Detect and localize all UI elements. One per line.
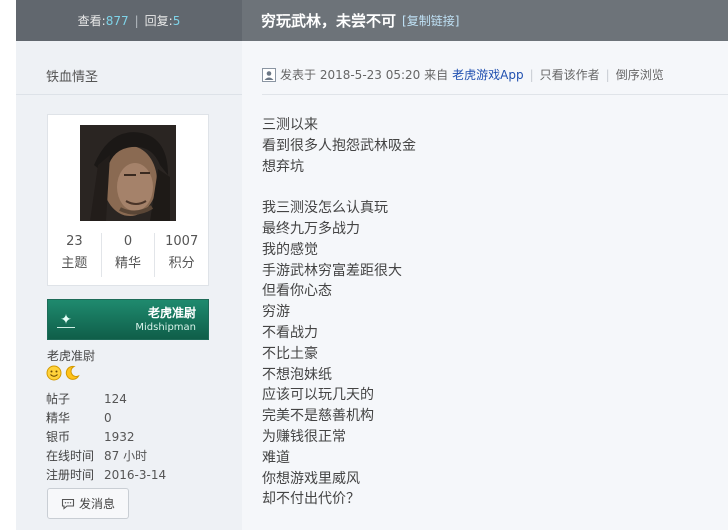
rank-badge: ✦ 老虎准尉 Midshipman [47,299,209,340]
profile-value: 2016-3-14 [104,467,167,482]
post-line: 不比土豪 [262,345,318,362]
message-icon [61,498,75,510]
stat-label: 精华 [115,256,142,271]
post-line: 为赚钱很正常 [262,428,346,445]
author-name-link[interactable]: 铁血情圣 [46,66,98,85]
post-line: 你想游戏里威风 [262,470,360,487]
thread-page: 查看: 877 | 回复: 5 穷玩武林，未尝不可 [复制链接] 铁血情圣 23… [16,0,728,530]
post-line: 想弃坑 [262,158,304,175]
rank-title: 老虎准尉 [47,349,96,363]
post-line: 手游武林穷富差距很大 [262,262,402,279]
post-line: 不看战力 [262,324,318,341]
only-author-link[interactable]: 只看该作者 [540,66,600,83]
stat-label: 主题 [61,256,88,271]
thread-header: 查看: 877 | 回复: 5 穷玩武林，未尝不可 [复制链接] [16,0,728,41]
send-message-label: 发消息 [78,497,115,511]
post-content-area: 发表于 2018-5-23 05:20 来自 老虎游戏App | 只看该作者 |… [242,41,728,530]
author-stats: 23 主题 0 精华 1007 积分 [48,233,208,277]
author-divider [16,94,242,95]
profile-row: 银币 1932 [46,427,166,446]
rank-badge-en: Midshipman [135,321,196,333]
profile-key: 银币 [46,430,71,444]
stat-topics[interactable]: 23 主题 [48,233,102,277]
post-line: 却不付出代价？ [262,491,360,508]
reverse-order-link[interactable]: 倒序浏览 [616,66,664,83]
stat-points[interactable]: 1007 积分 [155,233,208,277]
profile-value[interactable]: 124 [104,392,127,406]
medals [46,365,80,381]
post-line: 看到很多人抱怨武林吸金 [262,137,416,154]
stat-label: 积分 [168,256,195,271]
post-line: 我的感觉 [262,241,318,258]
stat-digest[interactable]: 0 精华 [102,233,156,277]
post-line: 完美不是慈善机构 [262,408,374,425]
post-line: 最终九万多战力 [262,220,360,237]
avatar-portrait [80,125,176,221]
profile-row: 在线时间 87 小时 [46,446,166,465]
author-card: 23 主题 0 精华 1007 积分 [47,114,209,286]
sparkle-icon: ✦ [48,313,84,328]
profile-value[interactable]: 0 [104,411,112,425]
moon-medal-icon[interactable] [64,365,80,381]
stat-value: 1007 [165,234,199,249]
smiley-medal-icon[interactable] [46,365,62,381]
thread-title-bar: 穷玩武林，未尝不可 [复制链接] [242,0,728,41]
user-online-icon [262,67,276,82]
replies-label: 回复: [144,14,173,28]
profile-value: 87 小时 [104,449,148,463]
profile-row: 注册时间 2016-3-14 [46,465,166,484]
meta-separator: | [529,67,534,82]
copy-link-button[interactable]: [复制链接] [402,12,459,29]
post-body: 三测以来看到很多人抱怨武林吸金 想弃坑我三测没怎么认真玩 最终九万多战力 我的感觉手游… [262,115,702,510]
thread-title: 穷玩武林，未尝不可 [261,12,397,30]
stats-separator: | [134,13,139,28]
post-meta: 发表于 2018-5-23 05:20 来自 老虎游戏App | 只看该作者 |… [262,66,664,83]
profile-value: 1932 [104,429,135,444]
post-divider [262,94,728,95]
replies-count: 5 [172,13,181,28]
views-label: 查看: [77,14,106,28]
profile-row: 帖子 124 [46,389,166,408]
post-line: 但看你心态 [262,283,332,300]
post-line: 应该可以玩几天的 [262,387,374,404]
post-line: 我三测没怎么认真玩 [262,200,388,217]
avatar[interactable] [80,125,176,221]
post-source-app-link[interactable]: 老虎游戏App [452,66,523,83]
author-sidebar: 铁血情圣 23 主题 0 精华 1007 积分 ✦ 老虎准尉 Midshipma… [16,41,242,530]
profile-key: 注册时间 [46,468,95,482]
stat-value: 23 [66,234,83,249]
profile-row: 精华 0 [46,408,166,427]
profile-key: 帖子 [46,392,71,406]
views-count: 877 [105,13,129,28]
post-line: 不想泡妹纸 [262,366,332,383]
thread-stats: 查看: 877 | 回复: 5 [16,0,242,41]
send-message-button[interactable]: 发消息 [47,488,129,519]
post-line [262,177,702,198]
rank-badge-cn: 老虎准尉 [147,305,196,320]
profile-key: 精华 [46,411,71,425]
post-time: 发表于 2018-5-23 05:20 来自 [280,68,449,82]
post-line: 穷游 [262,304,290,321]
author-profile: 帖子 124 精华 0 银币 1932 在线时间 87 小时 注册时间 2016… [46,389,166,484]
post-line: 难道 [262,449,290,466]
rank-badge-text: 老虎准尉 Midshipman [84,306,208,334]
profile-key: 在线时间 [46,449,95,463]
post-line: 三测以来 [262,117,318,133]
stat-value: 0 [123,234,133,249]
meta-separator: | [605,67,610,82]
